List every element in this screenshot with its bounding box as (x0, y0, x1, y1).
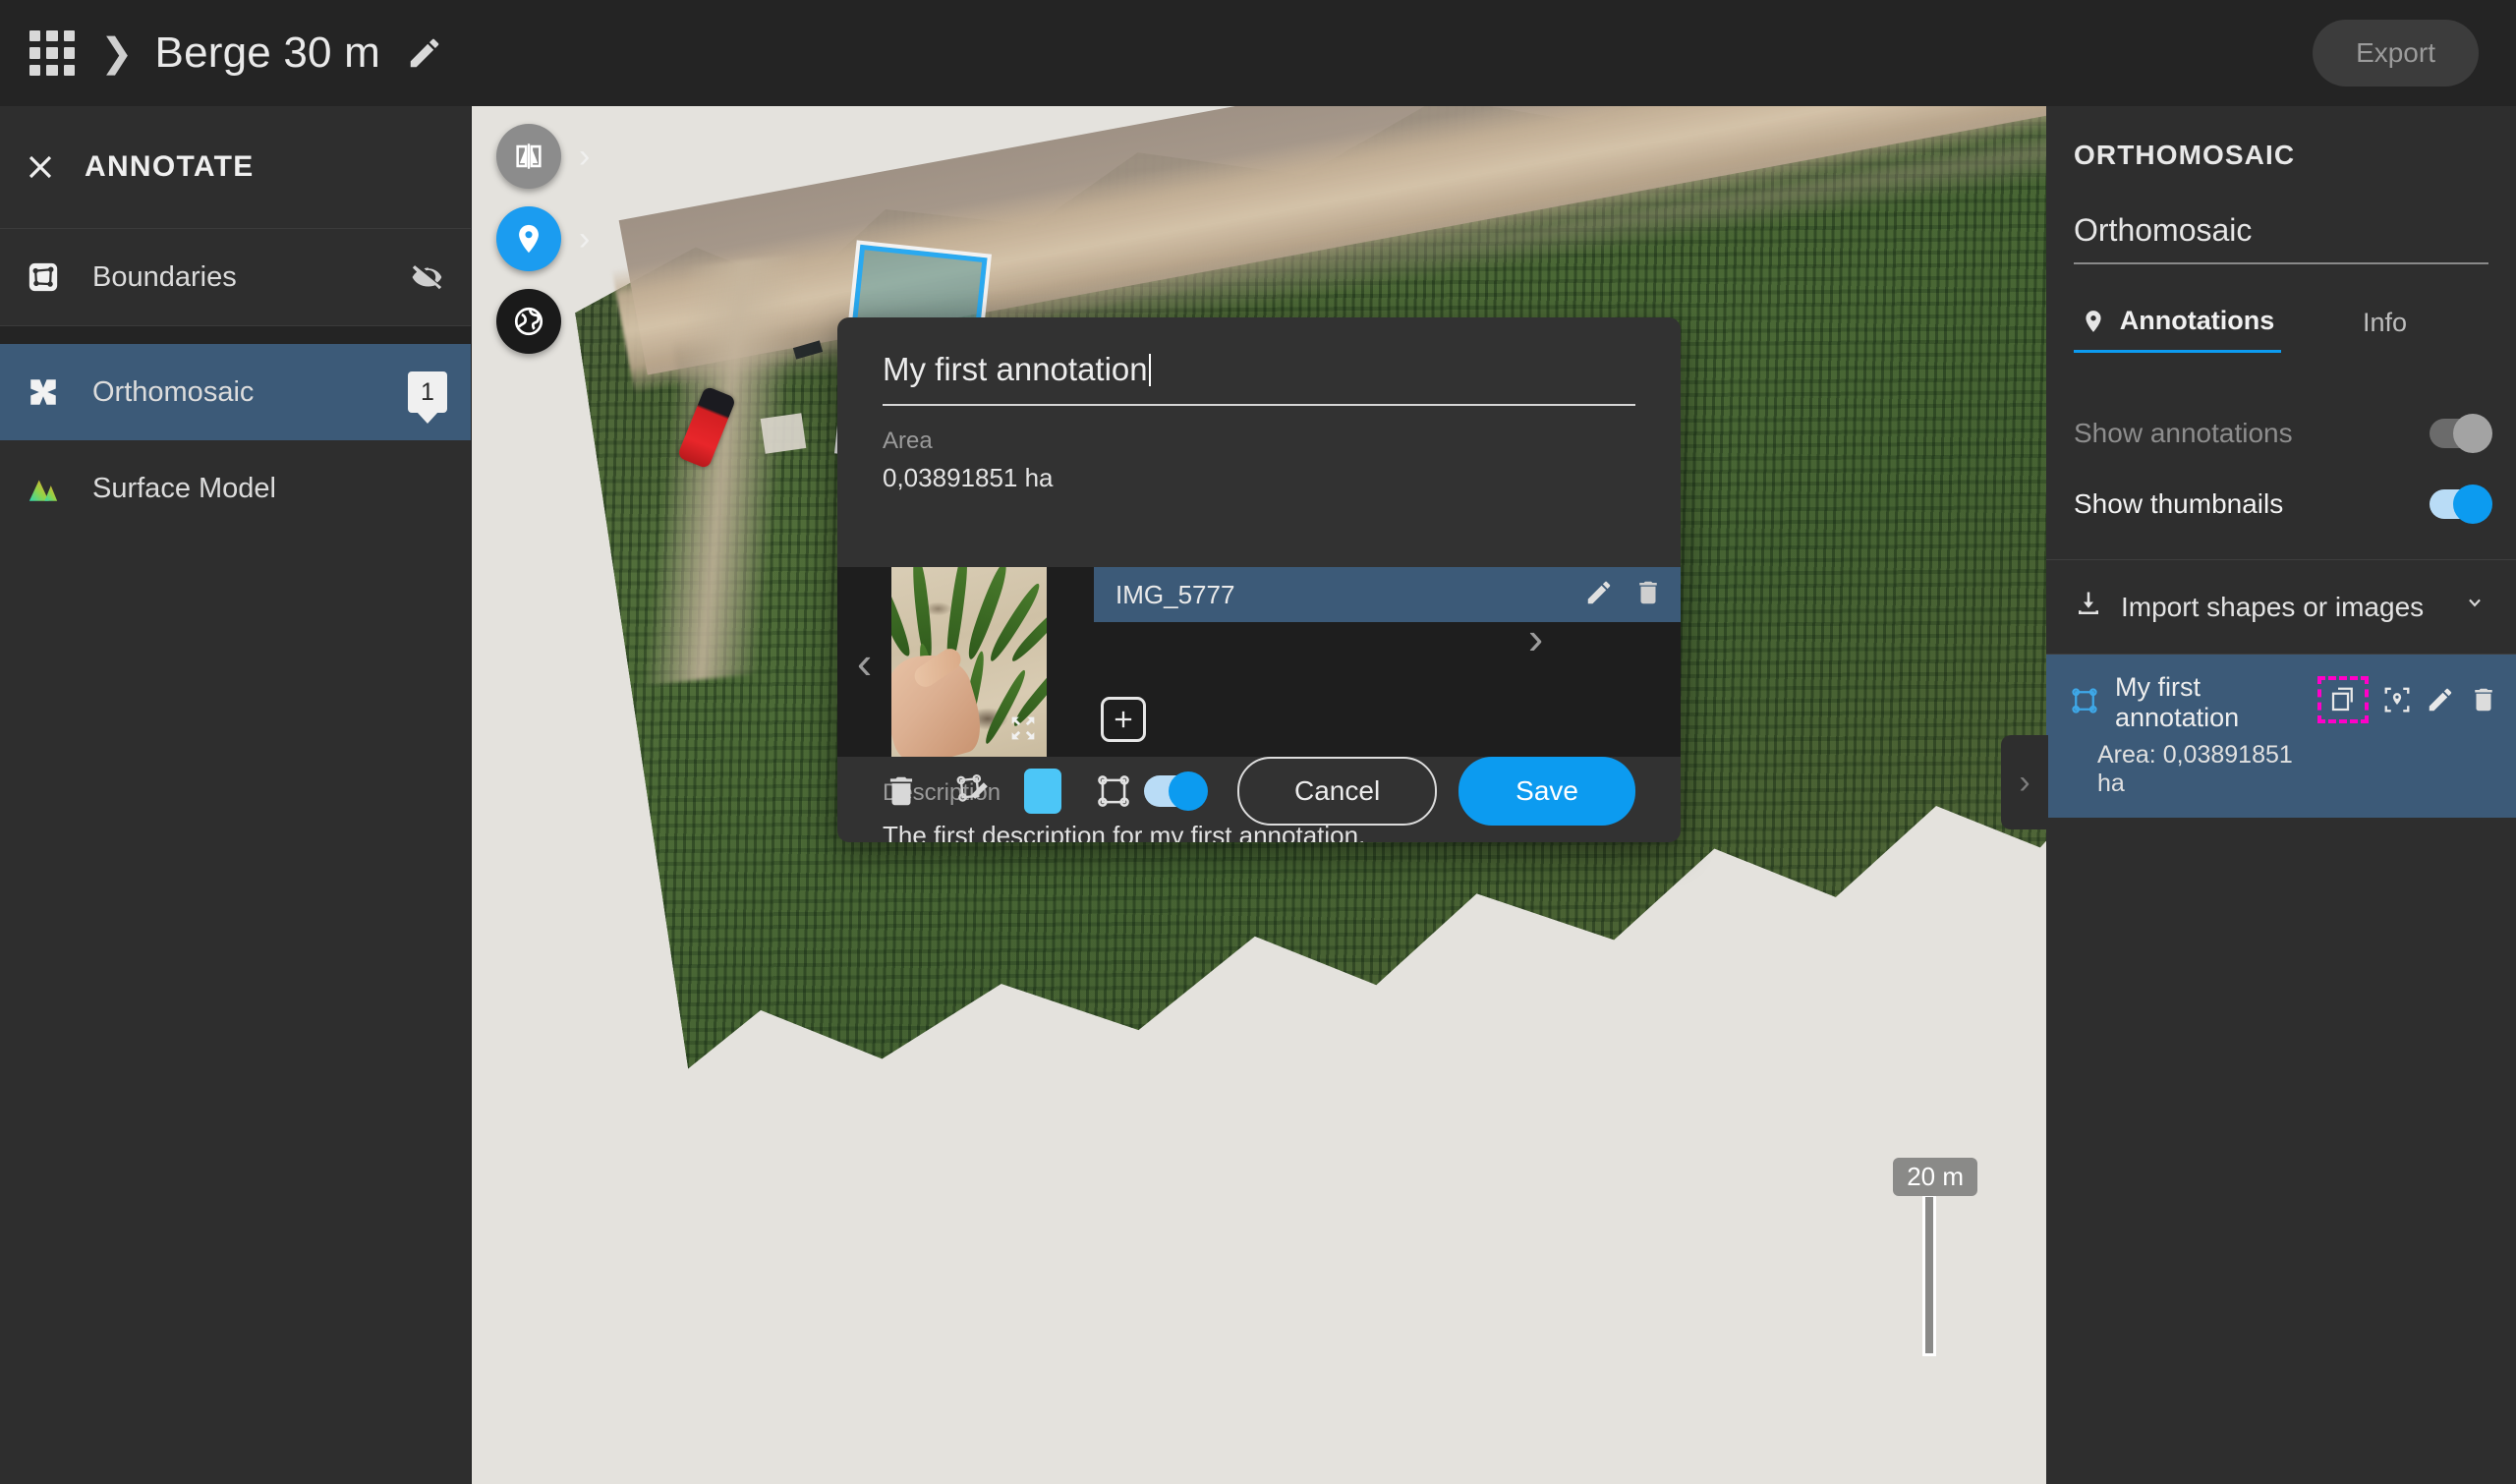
show-annotations-label: Show annotations (2074, 418, 2293, 448)
divider (0, 326, 471, 344)
tab-label: Annotations (2119, 306, 2275, 335)
polygon-shape-icon[interactable] (1095, 772, 1132, 810)
area-label: Area (883, 428, 933, 454)
split-compare-icon[interactable] (496, 124, 561, 189)
edit-shape-icon[interactable] (953, 772, 991, 810)
panel-subtitle: Orthomosaic (2074, 212, 2488, 264)
scale-label: 20 m (1893, 1158, 1977, 1196)
annotation-area: Area: 0,03891851 ha (2097, 741, 2293, 797)
top-bar: ❯ Berge 30 m Export (0, 0, 2516, 106)
add-photo-button[interactable] (1101, 697, 1146, 742)
area-value: 0,03891851 ha (883, 463, 1054, 492)
grid-apps-icon[interactable] (29, 30, 75, 76)
panel-header: ORTHOMOSAIC (2074, 140, 2296, 170)
eye-off-icon[interactable] (410, 258, 447, 296)
status-badge: 1 (408, 371, 447, 413)
map-pin-icon (2081, 309, 2106, 334)
annotation-info: My first annotation Area: 0,03891851 ha (2070, 672, 2317, 798)
globe-icon[interactable] (496, 289, 561, 354)
close-x-icon[interactable] (22, 148, 59, 186)
annotation-name-row: My first annotation (2070, 672, 2317, 733)
map-tools: › › (496, 124, 590, 371)
locate-pin-icon[interactable] (2382, 685, 2412, 714)
trash-icon[interactable] (883, 772, 920, 810)
left-sidebar: ANNOTATE Boundaries Orthomosaic 1 Surfac… (0, 106, 472, 1484)
annotation-name-input[interactable]: My first annotation (883, 351, 1635, 406)
show-annotations-row: Show annotations (2074, 398, 2492, 469)
tab-info[interactable]: Info (2281, 306, 2488, 353)
annotation-name: My first annotation (2115, 672, 2240, 732)
photo-list: IMG_5777 › (1047, 567, 1681, 757)
trash-icon[interactable] (2469, 685, 2498, 714)
chevron-left-icon[interactable]: ‹ (837, 567, 891, 757)
save-button[interactable]: Save (1458, 757, 1635, 826)
app-root: ❯ Berge 30 m Export ANNOTATE Boundaries … (0, 0, 2516, 1484)
tab-annotations[interactable]: Annotations (2074, 306, 2281, 353)
panel-toggles: Show annotations Show thumbnails (2046, 398, 2516, 540)
annotation-name-value: My first annotation (883, 351, 1148, 387)
breadcrumb-separator: ❯ (100, 31, 134, 75)
globe-3d-row (496, 289, 590, 354)
map-scale-bar: 20 m (1893, 1158, 1977, 1356)
import-shapes-or-images-button[interactable]: Import shapes or images (2046, 560, 2516, 654)
photo-carousel: ‹ IMG_5777 › (837, 567, 1681, 757)
shape-visibility-toggle[interactable] (1144, 771, 1208, 811)
sidebar-item-orthomosaic[interactable]: Orthomosaic 1 (0, 344, 471, 440)
import-upload-icon (2074, 590, 2103, 624)
right-panel: › ORTHOMOSAIC Orthomosaic Annotations In… (2001, 106, 2516, 1484)
shape-color-swatch[interactable] (1024, 769, 1061, 814)
sidebar-item-label: Boundaries (92, 260, 237, 293)
chevron-right-icon: › (2019, 763, 2030, 801)
photo-list-item[interactable]: IMG_5777 (1094, 567, 1681, 622)
photo-name: IMG_5777 (1115, 579, 1235, 609)
duplicate-icon[interactable] (2328, 685, 2358, 714)
sidebar-item-boundaries[interactable]: Boundaries (0, 229, 471, 325)
annotation-list-item[interactable]: My first annotation Area: 0,03891851 ha (2046, 655, 2516, 818)
show-annotations-toggle[interactable] (2430, 414, 2492, 453)
chevron-right-icon[interactable]: › (1509, 611, 1563, 664)
polygon-shape-icon (2070, 686, 2099, 720)
photo-item-actions (1584, 578, 1663, 612)
dialog-footer: Cancel Save (837, 740, 1681, 842)
annotation-edit-dialog: My first annotation Area 0,03891851 ha ‹ (837, 317, 1681, 842)
show-thumbnails-row: Show thumbnails (2074, 469, 2492, 540)
trash-icon[interactable] (1633, 578, 1663, 612)
panel-tabs: Annotations Info (2074, 306, 2488, 353)
scale-line (1922, 1194, 1937, 1356)
chevron-down-icon (2461, 590, 2488, 624)
tab-label: Info (2362, 307, 2408, 337)
boundaries-icon (22, 260, 65, 294)
import-label: Import shapes or images (2121, 591, 2425, 622)
text-caret (1148, 354, 1151, 386)
sidebar-title: ANNOTATE (85, 150, 255, 183)
pencil-icon[interactable] (2426, 685, 2455, 714)
orthomosaic-icon (22, 375, 65, 409)
annotations-pin-row: › (496, 206, 590, 271)
photo-thumbnail[interactable] (891, 567, 1047, 757)
show-thumbnails-label: Show thumbnails (2074, 488, 2284, 519)
compare-split-view-row: › (496, 124, 590, 189)
surface-model-icon (22, 472, 65, 505)
annotation-actions (2317, 676, 2498, 723)
annotation-title-field-wrap: My first annotation (837, 317, 1681, 406)
annotate-header: ANNOTATE (0, 106, 471, 229)
pencil-icon[interactable] (406, 34, 443, 72)
pencil-icon[interactable] (1584, 578, 1614, 612)
show-thumbnails-toggle[interactable] (2430, 485, 2492, 524)
chevron-right-icon[interactable]: › (579, 138, 590, 176)
map-object-white (760, 413, 807, 454)
collapse-panel-button[interactable]: › (2001, 735, 2048, 829)
chevron-right-icon[interactable]: › (579, 220, 590, 258)
sidebar-item-label: Surface Model (92, 472, 276, 504)
fullscreen-expand-icon[interactable] (1006, 712, 1040, 750)
page-title: Berge 30 m (154, 29, 380, 77)
duplicate-icon-highlight (2317, 676, 2369, 723)
sidebar-item-label: Orthomosaic (92, 375, 255, 408)
map-pin-icon[interactable] (496, 206, 561, 271)
export-button[interactable]: Export (2313, 20, 2479, 86)
sidebar-item-surface-model[interactable]: Surface Model (0, 440, 471, 537)
cancel-button[interactable]: Cancel (1237, 757, 1438, 826)
